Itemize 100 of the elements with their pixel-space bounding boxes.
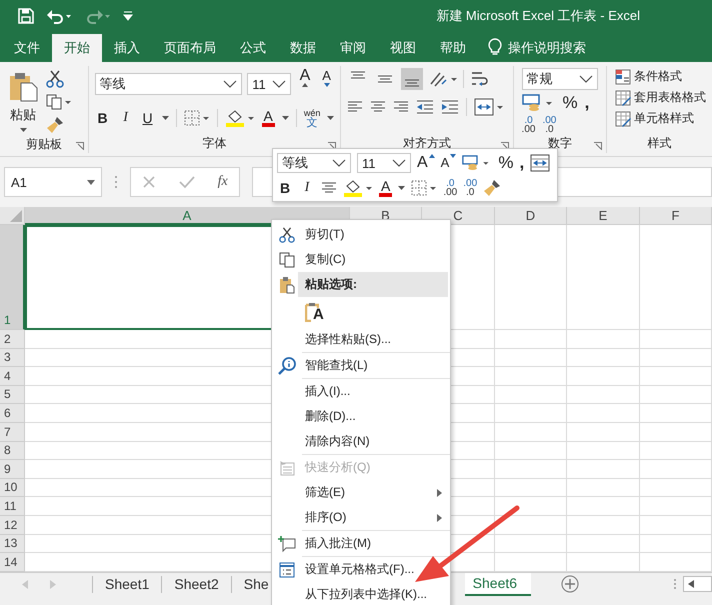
format-painter-icon[interactable] <box>483 179 502 197</box>
grid-cell[interactable] <box>640 460 712 479</box>
row-header[interactable]: 11 <box>0 497 25 516</box>
align-right-icon[interactable] <box>393 100 410 114</box>
grid-cell[interactable] <box>640 386 712 404</box>
grid-cell[interactable] <box>495 386 567 404</box>
paste-option-button[interactable]: A <box>272 297 450 327</box>
ribbon-tab[interactable]: 开始 <box>52 34 102 62</box>
borders-icon[interactable] <box>411 180 438 196</box>
grid-cell[interactable] <box>495 534 567 554</box>
grid-cell[interactable] <box>567 497 640 516</box>
comma-button[interactable]: , <box>584 95 590 111</box>
caret-icon[interactable] <box>162 116 169 120</box>
grid-cell[interactable] <box>495 478 567 498</box>
menu-item[interactable]: 筛选(E) <box>272 480 450 505</box>
menu-item[interactable]: 插入批注(M) <box>302 531 450 557</box>
row-header[interactable]: 14 <box>0 553 25 572</box>
grid-cell[interactable] <box>567 442 640 460</box>
grow-font-button[interactable]: A <box>417 155 435 171</box>
ribbon-tab[interactable]: 数据 <box>278 34 328 62</box>
grid-cell[interactable] <box>495 367 567 386</box>
grid-cell[interactable] <box>495 460 567 479</box>
grid-cell[interactable] <box>495 225 567 330</box>
comma-button[interactable]: , <box>519 155 524 171</box>
number-format-field[interactable]: 常规 <box>522 68 598 90</box>
row-header[interactable]: 10 <box>0 478 25 498</box>
more-icon[interactable] <box>114 175 118 189</box>
row-header[interactable]: 9 <box>0 460 25 479</box>
font-size-field[interactable]: 11 <box>247 73 292 95</box>
grid-cell[interactable] <box>567 534 640 554</box>
align-center-icon[interactable] <box>321 181 337 195</box>
cancel-icon[interactable] <box>142 175 156 189</box>
fill-color-icon[interactable] <box>343 179 373 197</box>
menu-item[interactable]: 删除(D)... <box>272 404 450 429</box>
increase-decimal-button[interactable]: .0 .00 <box>522 116 536 134</box>
row-header[interactable]: 2 <box>0 330 25 349</box>
grid-cell[interactable] <box>640 367 712 386</box>
grid-cell[interactable] <box>640 534 712 554</box>
grid-cell[interactable] <box>640 478 712 498</box>
tell-me-search[interactable]: 操作说明搜索 <box>508 34 586 62</box>
grid-cell[interactable] <box>640 516 712 535</box>
grid-cell[interactable] <box>567 367 640 386</box>
ribbon-tab[interactable]: 帮助 <box>428 34 478 62</box>
align-center-icon[interactable] <box>370 100 386 114</box>
decrease-decimal-button[interactable]: .00 .0 <box>542 116 556 134</box>
font-size-field[interactable]: 11 <box>357 153 411 173</box>
menu-item[interactable]: 复制(C) <box>272 247 450 272</box>
menu-item[interactable]: 清除内容(N) <box>302 429 450 455</box>
italic-button[interactable]: I <box>118 110 134 126</box>
percent-button[interactable]: % <box>498 155 514 171</box>
font-name-field[interactable]: 等线 <box>277 153 351 173</box>
increase-indent-icon[interactable] <box>441 100 460 114</box>
redo-icon[interactable] <box>84 8 110 24</box>
grid-cell[interactable] <box>640 330 712 349</box>
merge-center-icon[interactable] <box>530 154 550 172</box>
font-color-button[interactable]: A <box>379 179 392 197</box>
caret-icon[interactable] <box>327 116 334 120</box>
grid-cell[interactable] <box>495 422 567 442</box>
grid-cell[interactable] <box>495 497 567 516</box>
dialog-launcher-icon[interactable] <box>76 142 84 150</box>
grid-cell[interactable] <box>640 497 712 516</box>
column-header[interactable]: D <box>495 207 567 225</box>
ribbon-tab[interactable]: 视图 <box>378 34 428 62</box>
italic-button[interactable]: I <box>299 180 315 196</box>
row-header[interactable]: 5 <box>0 386 25 404</box>
ribbon-tab[interactable]: 页面布局 <box>152 34 228 62</box>
dialog-launcher-icon[interactable] <box>328 142 336 150</box>
enter-icon[interactable] <box>178 175 195 189</box>
decrease-decimal-button[interactable]: .00 .0 <box>463 179 478 197</box>
sheet-tab[interactable]: Sheet6 <box>464 572 532 596</box>
row-header[interactable]: 3 <box>0 348 25 368</box>
sheet-tab[interactable]: Sheet2 <box>161 576 231 593</box>
column-header[interactable]: E <box>567 207 640 225</box>
dialog-launcher-icon[interactable] <box>500 142 509 150</box>
bold-button[interactable]: B <box>94 110 111 126</box>
grid-cell[interactable] <box>567 348 640 368</box>
font-color-button[interactable]: A <box>262 109 275 127</box>
grid-cell[interactable] <box>495 330 567 349</box>
cut-icon[interactable] <box>46 70 64 88</box>
insert-function-button[interactable]: fx <box>218 174 228 190</box>
sheet-tab[interactable]: Sheet1 <box>92 576 162 593</box>
styles-button[interactable]: 单元格样式 <box>615 110 706 127</box>
font-name-field[interactable]: 等线 <box>94 73 242 95</box>
caret-icon[interactable] <box>398 186 406 190</box>
ribbon-tab[interactable]: 审阅 <box>328 34 378 62</box>
underline-button[interactable]: U <box>140 110 155 126</box>
horizontal-scrollbar[interactable] <box>683 576 712 592</box>
grid-cell[interactable] <box>495 348 567 368</box>
grid-cell[interactable] <box>640 442 712 460</box>
row-header[interactable]: 6 <box>0 404 25 423</box>
row-header[interactable]: 12 <box>0 516 25 535</box>
dialog-launcher-icon[interactable] <box>594 142 602 150</box>
vertical-align-button[interactable] <box>401 68 424 90</box>
menu-item[interactable]: 选择性粘贴(S)... <box>302 327 450 353</box>
row-header[interactable]: 4 <box>0 367 25 386</box>
undo-icon[interactable] <box>46 8 72 24</box>
grid-cell[interactable] <box>640 422 712 442</box>
ribbon-tab[interactable]: 公式 <box>228 34 278 62</box>
grid-cell[interactable] <box>640 225 712 330</box>
add-sheet-icon[interactable] <box>561 575 580 594</box>
